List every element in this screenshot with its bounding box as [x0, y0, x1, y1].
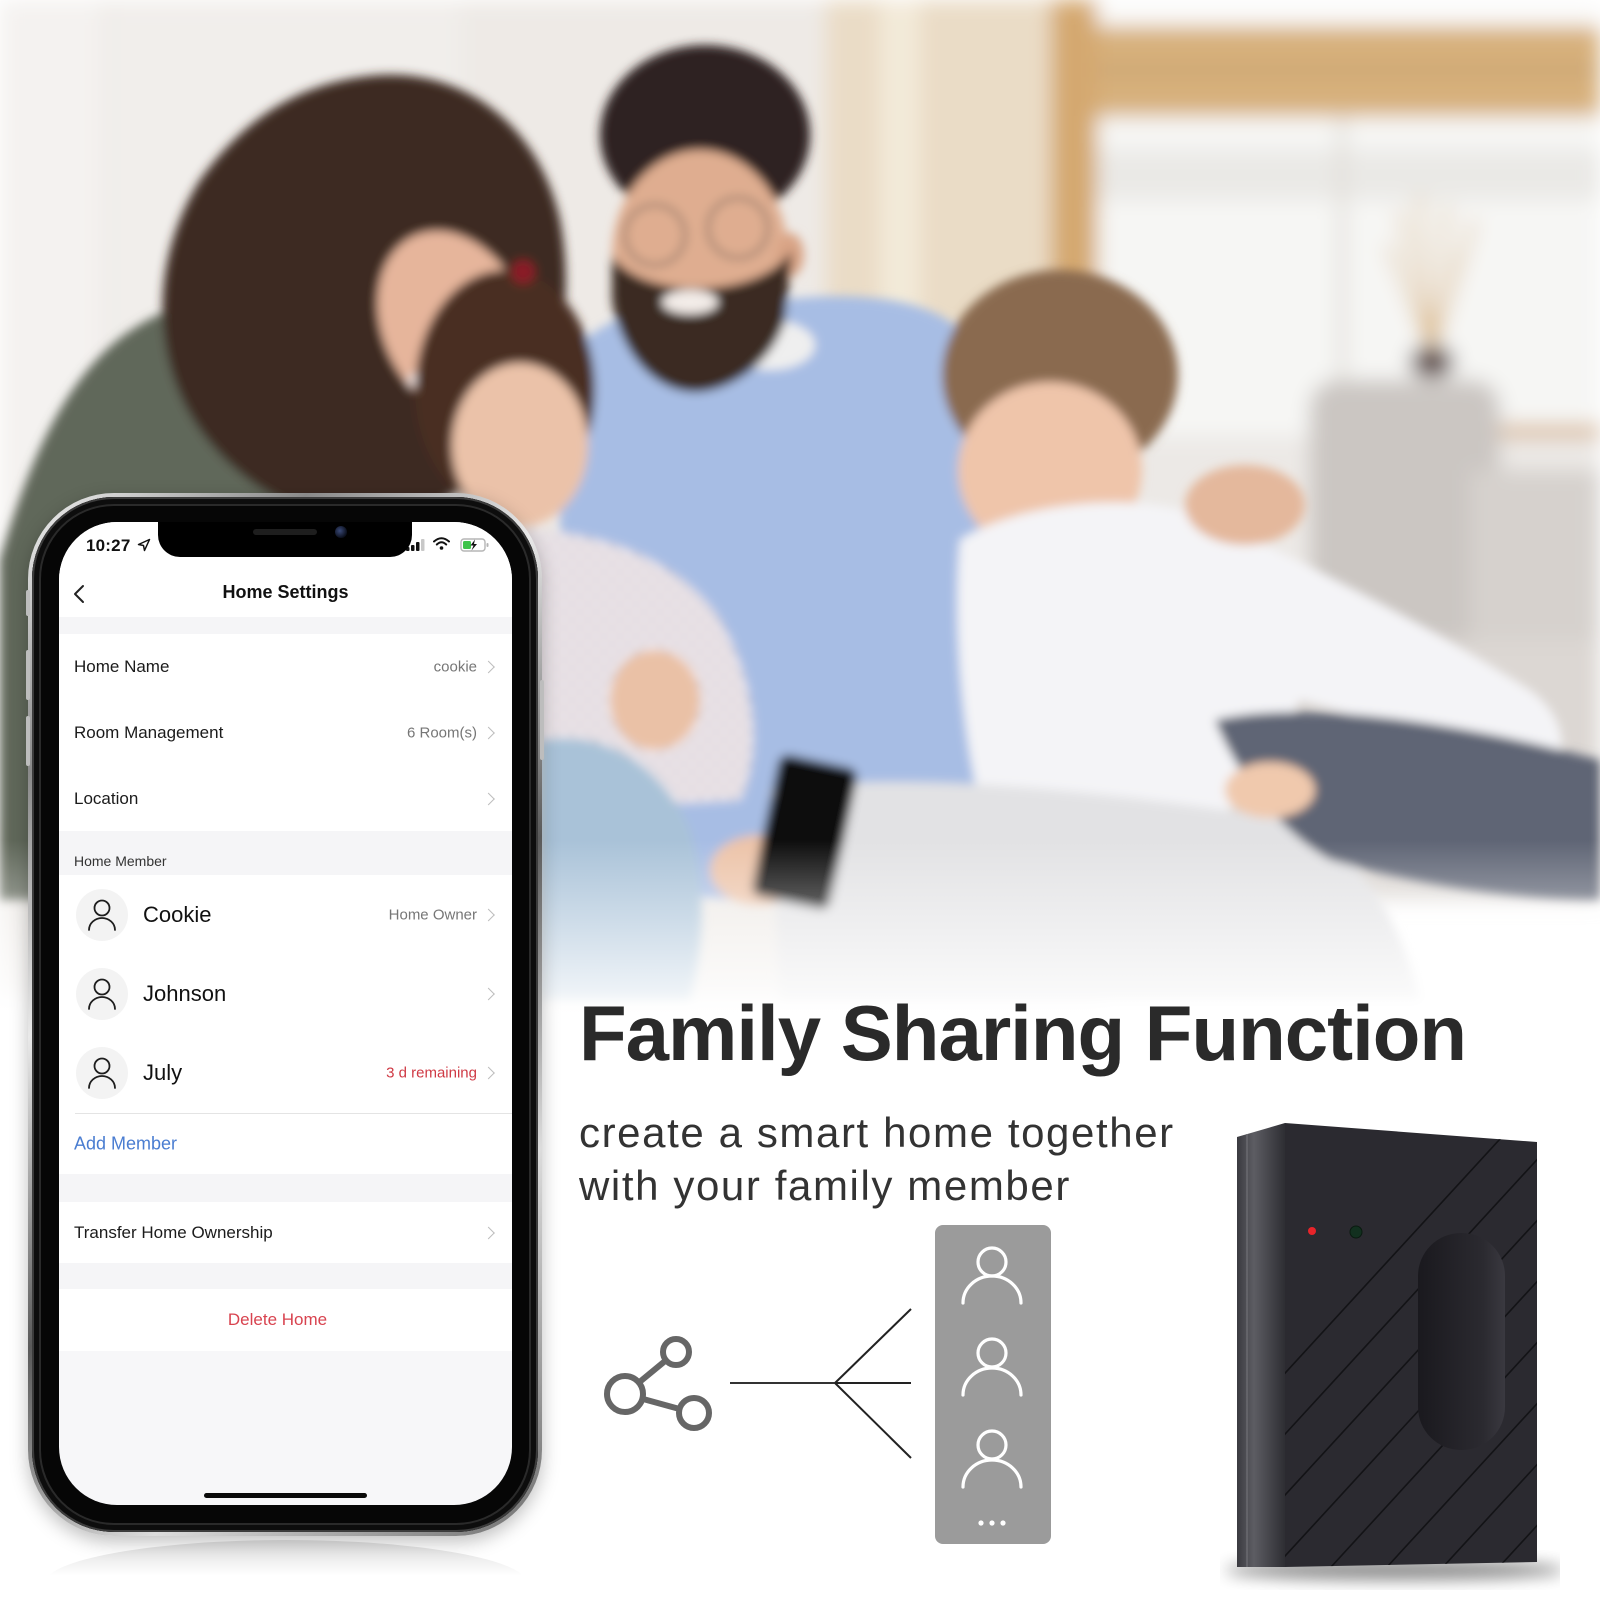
setting-label: Location	[74, 788, 139, 808]
window-beam-detail	[1051, 66, 1600, 74]
phone-screen: 10:27 Home Settings Home Name cookie Roo…	[59, 522, 512, 1505]
subtitle-line: create a smart home together	[579, 1109, 1175, 1156]
delete-home-label: Delete Home	[227, 1310, 328, 1329]
chevron-right-icon	[482, 908, 495, 922]
location-arrow-icon	[137, 538, 151, 552]
user-icon	[88, 899, 116, 931]
section-header-label: Home Member	[74, 853, 167, 869]
setting-value: cookie	[433, 658, 477, 676]
led-indicator-green	[1349, 1225, 1363, 1239]
add-member-label: Add Member	[74, 1133, 178, 1153]
home-member-section-header: Home Member	[59, 831, 512, 875]
member-expiry-status: 3 d remaining	[386, 1064, 477, 1081]
section-gap	[59, 1263, 512, 1289]
fork-line-top	[834, 1308, 912, 1384]
member-row-july[interactable]: July 3 d remaining	[59, 1032, 512, 1113]
subtitle: create a smart home together with your f…	[579, 1106, 1175, 1212]
user-icon	[88, 1057, 116, 1089]
device-button	[1418, 1233, 1505, 1450]
setting-value: 6 Room(s)	[406, 724, 477, 742]
chevron-right-icon	[482, 1066, 495, 1079]
earpiece-speaker	[253, 529, 317, 535]
member-name: July	[143, 1059, 183, 1085]
avatar	[76, 889, 128, 941]
phone-power-button	[540, 680, 544, 760]
chevron-right-icon	[482, 660, 495, 674]
add-member-button[interactable]: Add Member	[59, 1113, 512, 1174]
user-icon	[88, 978, 116, 1010]
phone-notch	[158, 522, 412, 557]
son-hand	[1225, 762, 1315, 818]
chevron-right-icon	[482, 1226, 495, 1239]
sharing-diagram	[604, 1225, 1051, 1544]
father-smile	[662, 290, 718, 314]
status-time: 10:27	[86, 536, 131, 555]
member-name: Cookie	[143, 902, 212, 927]
device-side	[1237, 1123, 1285, 1567]
headline: Family Sharing Function	[579, 989, 1467, 1077]
divider	[75, 1113, 512, 1114]
window-haze	[1097, 150, 1600, 200]
phone-side-button	[26, 590, 30, 616]
chevron-right-icon	[482, 792, 495, 805]
setting-label: Home Name	[74, 657, 170, 676]
vase	[1410, 346, 1454, 378]
setting-row-room-management[interactable]: Room Management 6 Room(s)	[59, 700, 512, 766]
delete-home-button[interactable]: Delete Home	[59, 1289, 512, 1351]
fork-line-bottom	[834, 1382, 912, 1459]
battery-charging-icon	[460, 538, 489, 552]
chevron-right-icon	[482, 726, 495, 740]
avatar	[76, 1046, 128, 1099]
daughter-arm	[610, 650, 700, 750]
members-panel	[935, 1225, 1051, 1544]
member-name: Johnson	[143, 980, 227, 1006]
daughter-scrunchie	[511, 260, 535, 284]
page-title: Home Settings	[222, 582, 349, 602]
member-row-johnson[interactable]: Johnson	[59, 955, 512, 1032]
phone-volume-up	[26, 650, 30, 700]
nav-bar: Home Settings	[59, 570, 512, 617]
section-gap	[59, 1174, 512, 1202]
section-gap	[59, 617, 512, 634]
smart-device	[1225, 1123, 1560, 1580]
chevron-right-icon	[482, 987, 495, 1000]
avatar	[76, 967, 128, 1020]
member-row-cookie[interactable]: Cookie Home Owner	[59, 875, 512, 955]
home-indicator[interactable]	[204, 1493, 367, 1498]
front-camera	[335, 526, 347, 538]
window-top-glass	[1097, 0, 1600, 26]
subtitle-line: with your family member	[579, 1162, 1071, 1209]
phone-volume-down	[26, 716, 30, 766]
transfer-ownership-label: Transfer Home Ownership	[74, 1222, 273, 1242]
led-indicator-red	[1308, 1227, 1316, 1235]
setting-label: Room Management	[74, 723, 224, 742]
member-role: Home Owner	[388, 906, 477, 924]
setting-row-home-name[interactable]: Home Name cookie	[59, 634, 512, 700]
share-icon	[604, 1336, 712, 1431]
ellipsis-icon	[978, 1520, 1006, 1526]
wifi-icon	[433, 537, 450, 550]
father-hand	[1185, 465, 1305, 545]
transfer-ownership-row[interactable]: Transfer Home Ownership	[59, 1202, 512, 1263]
setting-row-location[interactable]: Location	[59, 766, 512, 831]
